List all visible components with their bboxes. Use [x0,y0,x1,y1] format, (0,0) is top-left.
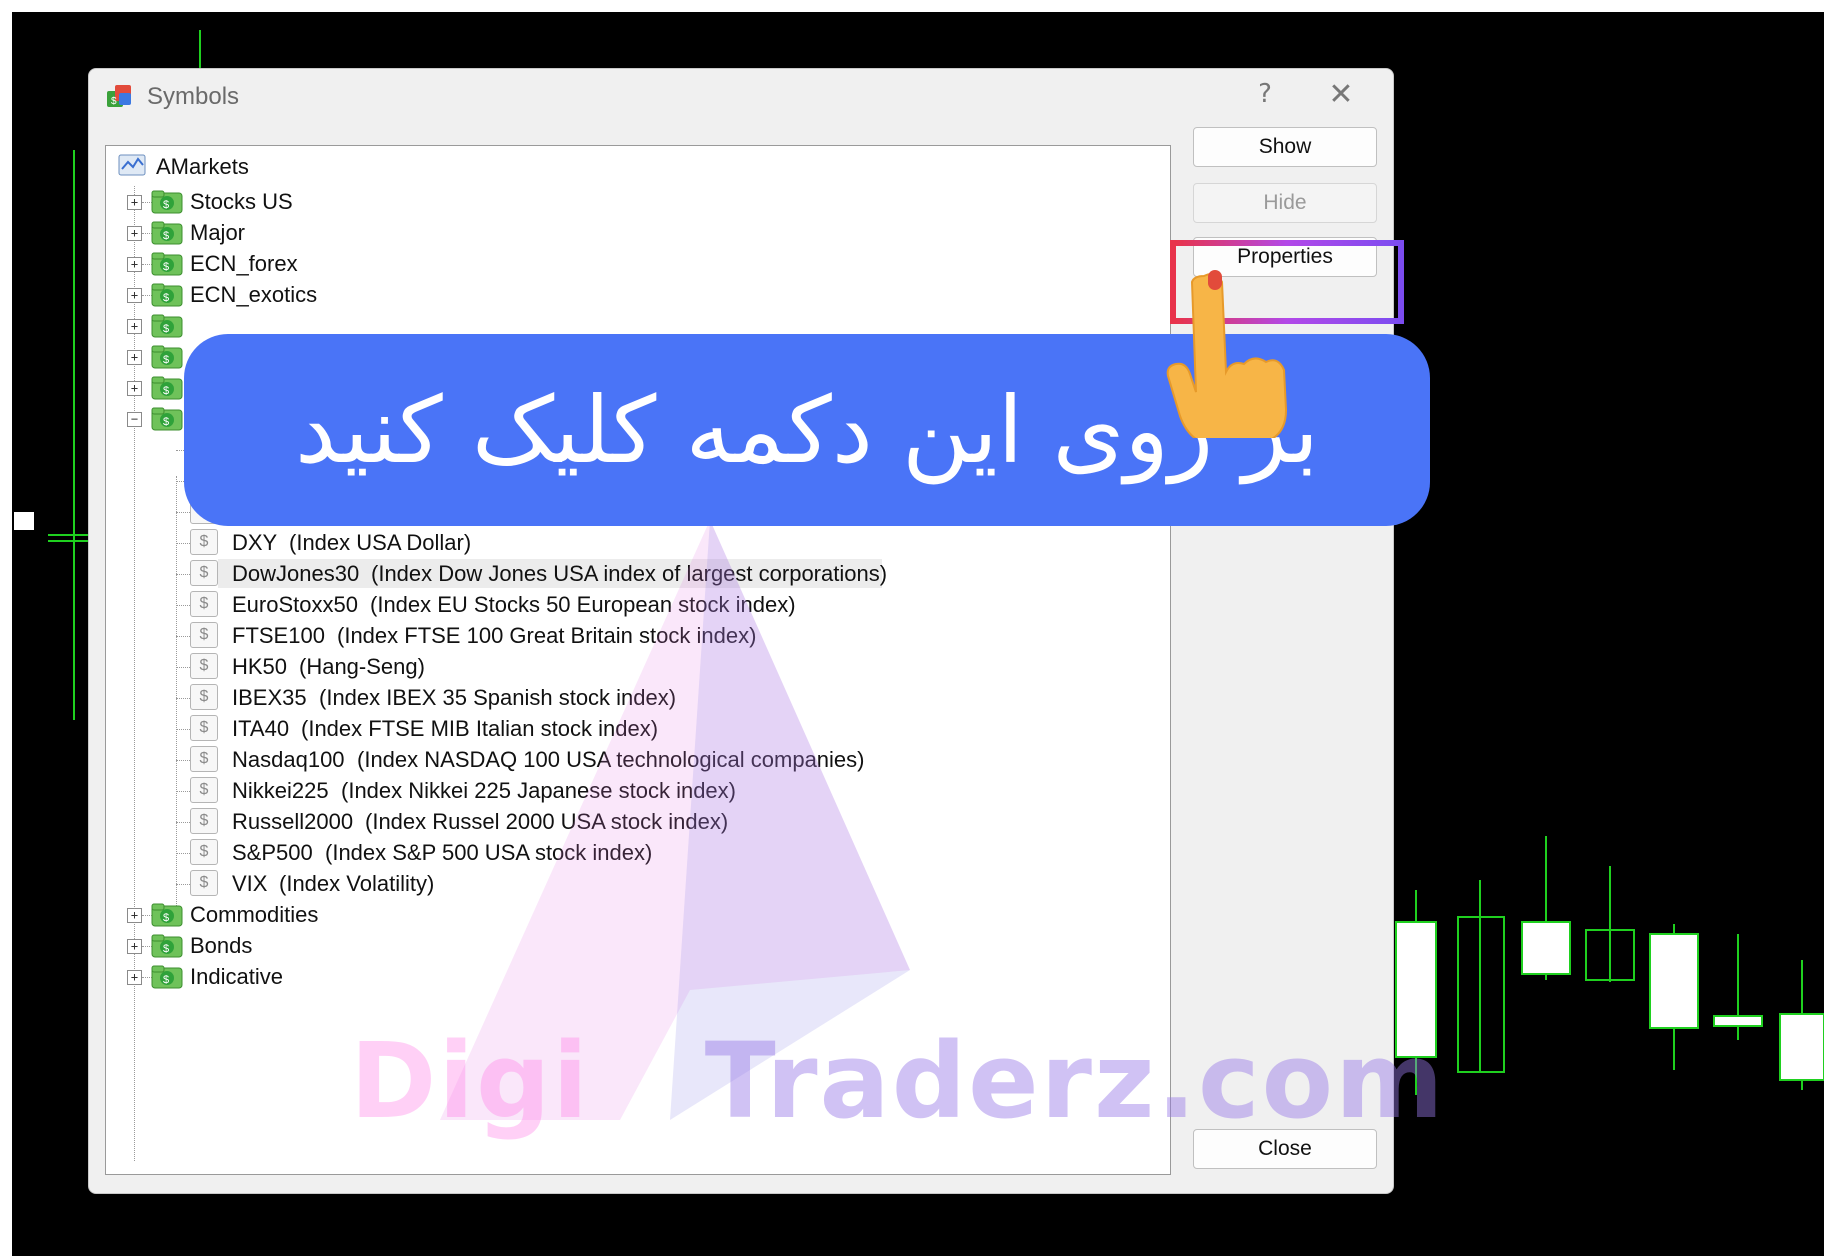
svg-text:$: $ [163,230,169,242]
tree-group-label: Bonds [190,933,253,958]
symbol-dollar-icon: $ [190,684,218,710]
symbol-folder-icon: $ [150,343,184,371]
expand-icon[interactable]: + [127,226,142,241]
hide-button[interactable]: Hide [1193,183,1377,223]
pointing-hand-icon [1166,270,1288,438]
symbol-folder-icon: $ [150,188,184,216]
symbol-dollar-icon: $ [190,839,218,865]
close-window-button[interactable]: ✕ [1323,77,1359,112]
expand-icon[interactable]: + [127,908,142,923]
symbol-code: DowJones30 [232,561,360,586]
tree-group[interactable]: + $ ECN_exotics [106,279,1106,310]
collapse-icon[interactable]: − [127,412,142,427]
symbol-code: FTSE100 [232,623,325,648]
tree-group[interactable]: + $ Major [106,217,1106,248]
frame-border-top [0,0,1824,12]
tree-group-label: Major [190,220,246,245]
svg-text:$: $ [111,96,117,107]
tree-group-label: Commodities [190,902,319,927]
symbol-code: VIX [232,871,268,896]
dialog-titlebar[interactable]: $ Symbols ? ✕ [89,69,1393,125]
symbol-dollar-icon: $ [190,560,218,586]
symbol-dollar-icon: $ [190,777,218,803]
svg-text:$: $ [163,323,169,335]
symbol-folder-icon: $ [150,219,184,247]
watermark-left: Digi [350,1020,591,1142]
watermark-right: Traderz.com [704,1020,1446,1142]
symbol-code: ITA40 [232,716,290,741]
tree-group-label: ECN_forex [190,251,298,276]
expand-icon[interactable]: + [127,288,142,303]
symbol-folder-icon: $ [150,932,184,960]
symbol-dollar-icon: $ [190,622,218,648]
symbol-dollar-icon: $ [190,591,218,617]
svg-text:$: $ [163,292,169,304]
svg-text:$: $ [163,943,169,955]
svg-text:$: $ [163,416,169,428]
symbol-description: (Index Volatility) [279,871,435,896]
svg-text:$: $ [163,354,169,366]
help-button[interactable]: ? [1249,79,1281,109]
expand-icon[interactable]: + [127,970,142,985]
svg-text:$: $ [163,974,169,986]
symbol-code: DXY [232,530,278,555]
expand-icon[interactable]: + [127,381,142,396]
svg-text:$: $ [163,261,169,273]
symbol-code: S&P500 [232,840,313,865]
symbol-dollar-icon: $ [190,870,218,896]
server-icon [118,154,146,176]
expand-icon[interactable]: + [127,195,142,210]
show-button[interactable]: Show [1193,127,1377,167]
symbol-folder-icon: $ [150,901,184,929]
frame-border-left [0,0,12,1256]
symbol-dollar-icon: $ [190,715,218,741]
expand-icon[interactable]: + [127,319,142,334]
svg-text:$: $ [163,385,169,397]
svg-text:$: $ [163,199,169,211]
symbol-code: EuroStoxx50 [232,592,358,617]
dialog-title: Symbols [147,83,240,110]
symbol-folder-icon: $ [150,963,184,991]
symbol-dollar-icon: $ [190,746,218,772]
tree-root[interactable]: AMarkets [118,150,249,184]
symbol-folder-icon: $ [150,405,184,433]
symbol-dollar-icon: $ [190,529,218,555]
symbol-description: (Hang-Seng) [299,654,425,679]
symbol-dollar-icon: $ [190,653,218,679]
symbol-folder-icon: $ [150,312,184,340]
symbol-code: Nasdaq100 [232,747,345,772]
symbol-code: HK50 [232,654,288,679]
symbol-folder-icon: $ [150,281,184,309]
expand-icon[interactable]: + [127,257,142,272]
tree-group-label: ECN_exotics [190,282,318,307]
symbol-dollar-icon: $ [190,808,218,834]
symbol-folder-icon: $ [150,374,184,402]
symbols-app-icon: $ [107,85,131,107]
watermark-text: Digi Traderz.com [350,1020,1445,1142]
tree-group[interactable]: + $ ECN_forex [106,248,1106,279]
tree-group-label: Indicative [190,964,283,989]
tree-group[interactable]: + $ Stocks US [106,186,1106,217]
svg-text:$: $ [163,912,169,924]
tree-root-label: AMarkets [156,154,249,179]
symbol-code: IBEX35 [232,685,307,710]
symbol-code: Nikkei225 [232,778,329,803]
expand-icon[interactable]: + [127,939,142,954]
expand-icon[interactable]: + [127,350,142,365]
symbol-folder-icon: $ [150,250,184,278]
tree-group-label: Stocks US [190,189,293,214]
symbol-code: Russell2000 [232,809,354,834]
